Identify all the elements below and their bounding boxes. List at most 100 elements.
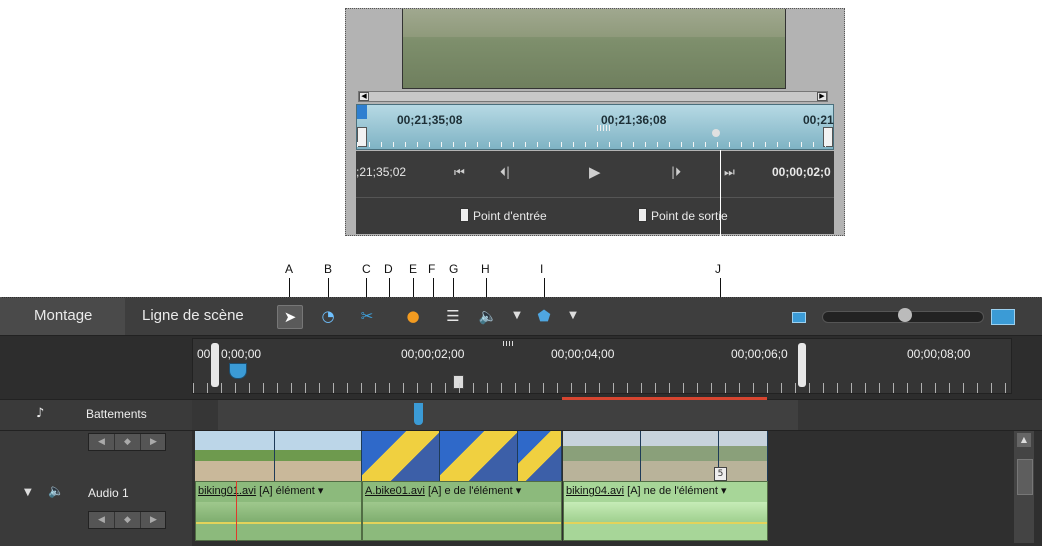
audio-clip-2[interactable]: A.bike01.avi [A] e de l'élément ▾	[362, 481, 562, 541]
time-stretch-tool-icon[interactable]: ◔	[316, 305, 340, 327]
fast-forward-icon[interactable]: ⏭	[724, 165, 735, 180]
add-keyframe-icon[interactable]: ◆	[115, 512, 141, 528]
ruler-timecode-start: 00	[197, 347, 211, 361]
video-clip-1[interactable]	[195, 431, 362, 481]
audio-menu-chevron-icon[interactable]: ▼	[505, 305, 529, 327]
mini-timecode-3: 00;21	[803, 113, 834, 127]
timeline-panel: Montage Ligne de scène ➤ ◔ ✂ ● ☰ 🔈 ▼ ⬟ ▼…	[0, 297, 1042, 546]
step-back-icon[interactable]: ⏴|	[500, 165, 510, 180]
callout-line-j-top	[720, 150, 721, 260]
callout-j: J	[715, 262, 721, 276]
next-keyframe-icon[interactable]: ▶	[141, 434, 166, 450]
in-point-button[interactable]: Point d'entrée	[460, 208, 547, 223]
prev-keyframe-icon[interactable]: ◀	[89, 434, 115, 450]
current-timecode: ;21;35;02	[356, 165, 407, 179]
expand-track-chevron-icon[interactable]: ▼	[24, 487, 32, 498]
in-out-bar: Point d'entrée Point de sortie	[356, 197, 834, 234]
callout-b: B	[324, 262, 333, 276]
video-track: ◀ ◆ ▶ 5	[0, 431, 1042, 481]
callout-a: A	[285, 262, 294, 276]
beat-marker-icon[interactable]	[414, 403, 423, 425]
rewind-icon[interactable]: ⏮	[454, 165, 465, 180]
audio-clip-suffix: [A] ne de l'élément ▾	[627, 485, 727, 497]
callout-f: F	[428, 262, 436, 276]
callout-i: I	[540, 262, 544, 276]
beats-track: ♪ Battements	[0, 397, 1042, 431]
marker-tool-icon[interactable]: ⬟	[532, 305, 556, 327]
video-track-header: ◀ ◆ ▶	[0, 431, 192, 481]
clip-marker-badge[interactable]: 5	[714, 467, 727, 481]
video-clip-2[interactable]	[362, 431, 562, 481]
scroll-right-icon[interactable]: ▶	[817, 92, 827, 101]
mini-ruler-ticks	[357, 142, 833, 147]
timeline-vertical-scrollbar[interactable]: ▲	[1014, 431, 1034, 543]
mini-timecode-1: 00;21;35;08	[397, 113, 463, 127]
video-clip-3[interactable]: 5	[563, 431, 768, 481]
volume-line[interactable]	[363, 522, 561, 524]
callout-h: H	[481, 262, 490, 276]
zoom-grip-icon	[597, 125, 611, 131]
timeline-marker-icon[interactable]	[229, 363, 247, 379]
ruler-timecode-8: 00;00;08;00	[907, 347, 971, 361]
current-time-indicator[interactable]	[236, 481, 237, 541]
transport-controls: ;21;35;02 ⏮ ⏴| ▶ |⏵ ⏭ 00;00;02;0	[356, 151, 834, 197]
ruler-timecode-2: 00;00;02;00	[401, 347, 465, 361]
audio-clip-3[interactable]: biking04.avi [A] ne de l'élément ▾	[563, 481, 768, 541]
video-thumbnail	[641, 431, 719, 481]
video-thumbnail	[440, 431, 518, 481]
playhead-icon[interactable]	[712, 129, 720, 137]
work-area-end-handle[interactable]	[798, 343, 806, 387]
selection-tool-icon[interactable]: ➤	[277, 305, 303, 329]
in-point-icon	[460, 208, 469, 222]
time-ruler[interactable]: 00 0;00;00 00;00;02;00 00;00;04;00 00;00…	[192, 338, 1012, 394]
prev-keyframe-icon[interactable]: ◀	[89, 512, 115, 528]
audio-track: ▼ 🔈 Audio 1 ◀ ◆ ▶ biking01.avi [A] éléme…	[0, 481, 1042, 546]
work-area-start-handle[interactable]	[211, 343, 219, 387]
next-keyframe-icon[interactable]: ▶	[141, 512, 166, 528]
ruler-ticks	[193, 383, 1011, 393]
audio-track-label: Audio 1	[88, 486, 129, 500]
audio-waveform	[564, 502, 767, 522]
audio-clip-1[interactable]: biking01.avi [A] élément ▾	[195, 481, 362, 541]
zoom-in-icon[interactable]	[991, 309, 1015, 325]
audio-mixer-icon[interactable]: 🔈	[476, 305, 500, 327]
audio-clip-file: biking01.avi	[198, 485, 257, 497]
mini-timeline[interactable]: 00;21;35;08 00;21;36;08 00;21	[356, 104, 834, 150]
audio-clip-suffix: [A] e de l'élément ▾	[428, 485, 522, 497]
step-forward-icon[interactable]: |⏵	[671, 165, 681, 180]
work-area-bar[interactable]	[562, 397, 767, 400]
audio-waveform	[363, 502, 561, 522]
scrollbar-thumb[interactable]	[1017, 459, 1033, 495]
out-point-button[interactable]: Point de sortie	[638, 208, 728, 223]
audio-clip-label: A.bike01.avi [A] e de l'élément ▾	[365, 484, 521, 497]
marker-icon[interactable]	[357, 105, 367, 119]
properties-icon[interactable]: ☰	[441, 305, 465, 327]
smart-mix-icon[interactable]: ●	[401, 305, 425, 327]
tab-montage[interactable]: Montage	[34, 307, 92, 324]
preview-panel: ◀ ▶ 00;21;35;08 00;21;36;08 00;21 ;21;35…	[345, 8, 845, 236]
ruler-timecode-4: 00;00;04;00	[551, 347, 615, 361]
volume-line[interactable]	[564, 522, 767, 524]
beats-area[interactable]	[218, 400, 798, 430]
duration-timecode: 00;00;02;0	[772, 165, 831, 179]
preview-horizontal-scrollbar[interactable]: ◀ ▶	[358, 91, 828, 102]
beats-track-header: ♪ Battements	[0, 400, 192, 430]
audio-track-header: ▼ 🔈 Audio 1 ◀ ◆ ▶	[0, 481, 192, 546]
ruler-timecode-6: 00;00;06;0	[731, 347, 788, 361]
beats-track-label: Battements	[86, 407, 147, 421]
scroll-left-icon[interactable]: ◀	[359, 92, 369, 101]
ruler-timecode-0: 0;00;00	[221, 347, 262, 361]
audio-waveform	[196, 502, 361, 522]
marker-menu-chevron-icon[interactable]: ▼	[561, 305, 585, 327]
scroll-up-icon[interactable]: ▲	[1017, 433, 1031, 447]
callout-g: G	[449, 262, 459, 276]
volume-line[interactable]	[196, 522, 361, 524]
add-keyframe-icon[interactable]: ◆	[115, 434, 141, 450]
play-icon[interactable]: ▶	[589, 163, 601, 181]
tab-ligne-de-scene[interactable]: Ligne de scène	[142, 307, 244, 324]
speaker-icon[interactable]: 🔈	[48, 484, 64, 499]
scissors-tool-icon[interactable]: ✂	[355, 305, 379, 327]
zoom-out-icon[interactable]	[792, 312, 806, 323]
zoom-slider-handle[interactable]	[898, 308, 912, 322]
music-note-icon: ♪	[36, 406, 45, 421]
